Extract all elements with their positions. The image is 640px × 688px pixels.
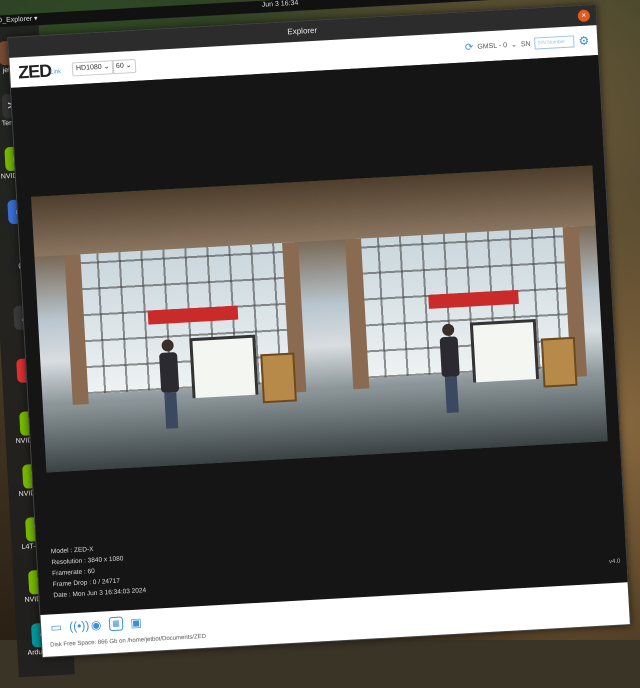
fps-select[interactable]: 60 ⌄ [112, 59, 136, 74]
fps-value: 60 [116, 63, 124, 70]
window-title: Explorer [287, 26, 317, 37]
camera-label[interactable]: GMSL - 0 [477, 42, 507, 51]
disk-free-space: Disk Free Space: 866 Gb on /home/jetbot/… [50, 634, 206, 649]
zed-logo: ZED [18, 61, 52, 84]
camera-sn-label: SN [521, 40, 531, 48]
chevron-down-icon: ⌄ [126, 62, 132, 69]
camera-selector[interactable]: ⟳ GMSL - 0 ⌄ SN S/N Number ⚙ [464, 32, 589, 57]
chevron-down-icon[interactable]: ⌄ [511, 41, 517, 49]
folder-icon[interactable]: ▭ [49, 620, 64, 635]
stereo-video-feed[interactable] [31, 166, 608, 473]
clock[interactable]: Jun 3 16:34 [262, 0, 299, 9]
serial-number-input[interactable]: S/N Number [534, 35, 575, 49]
wireless-icon[interactable]: ((•)) [69, 619, 84, 634]
resolution-value: HD1080 [76, 64, 102, 72]
hd-icon[interactable]: ▦ [109, 616, 124, 631]
kiosk [260, 352, 297, 403]
resolution-select[interactable]: HD1080 ⌄ [72, 60, 114, 76]
chevron-down-icon: ⌄ [103, 63, 109, 70]
right-camera-image [312, 166, 608, 457]
settings-gear-icon[interactable]: ⚙ [578, 34, 590, 49]
viewer-area: Model : ZED-X Resolution : 3840 x 1080 F… [11, 55, 628, 615]
zed-logo-sub: Link [50, 69, 61, 76]
bottom-icon-row: ▭ ((•)) ◉ ▦ ▣ [49, 615, 144, 634]
left-camera-image [31, 181, 327, 472]
record-icon[interactable]: ◉ [89, 618, 104, 633]
desktop-screen: ZED_Explorer ▾ Jun 3 16:34 ⌂jetson>_Term… [0, 0, 640, 688]
close-button[interactable]: × [578, 9, 591, 22]
zed-explorer-window: Explorer × ZED Link HD1080 ⌄ 60 ⌄ ⟳ GMSL… [7, 4, 631, 658]
refresh-icon[interactable]: ⟳ [465, 42, 474, 53]
kiosk [541, 337, 578, 388]
camera-info-panel: Model : ZED-X Resolution : 3840 x 1080 F… [51, 541, 147, 601]
app-menu[interactable]: ZED_Explorer ▾ [0, 14, 38, 25]
camera-snapshot-icon[interactable]: ▣ [129, 615, 144, 630]
version-label: v4.0 [609, 559, 621, 566]
